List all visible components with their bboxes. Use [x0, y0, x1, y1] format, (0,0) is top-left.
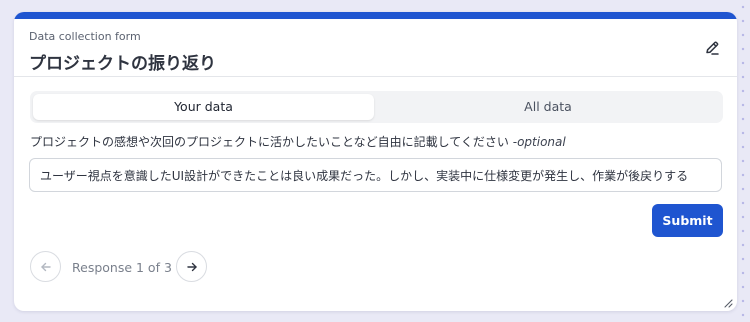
previous-response-button[interactable]	[30, 251, 61, 282]
data-tabs: Your data All data	[30, 91, 723, 123]
edit-button[interactable]	[703, 39, 723, 59]
submit-button[interactable]: Submit	[652, 204, 723, 237]
form-header: Data collection form プロジェクトの振り返り	[14, 19, 737, 77]
pencil-icon	[703, 39, 723, 57]
arrow-left-icon	[39, 260, 53, 274]
arrow-right-icon	[185, 260, 199, 274]
question-label: プロジェクトの感想や次回のプロジェクトに活かしたいことなど自由に記載してください…	[30, 133, 725, 150]
question-text: プロジェクトの感想や次回のプロジェクトに活かしたいことなど自由に記載してください	[30, 135, 509, 149]
accent-bar	[14, 12, 737, 19]
background-dots	[736, 0, 750, 322]
resize-handle-icon[interactable]	[723, 298, 733, 308]
tab-all-data[interactable]: All data	[376, 94, 720, 120]
form-title: プロジェクトの振り返り	[29, 54, 216, 74]
tab-your-data[interactable]: Your data	[33, 94, 374, 120]
response-counter: Response 1 of 3	[72, 260, 172, 275]
answer-input[interactable]	[29, 158, 722, 192]
form-subtitle: Data collection form	[29, 30, 141, 43]
form-card: Data collection form プロジェクトの振り返り Your da…	[14, 12, 737, 311]
next-response-button[interactable]	[176, 251, 207, 282]
optional-label: -optional	[508, 135, 566, 149]
